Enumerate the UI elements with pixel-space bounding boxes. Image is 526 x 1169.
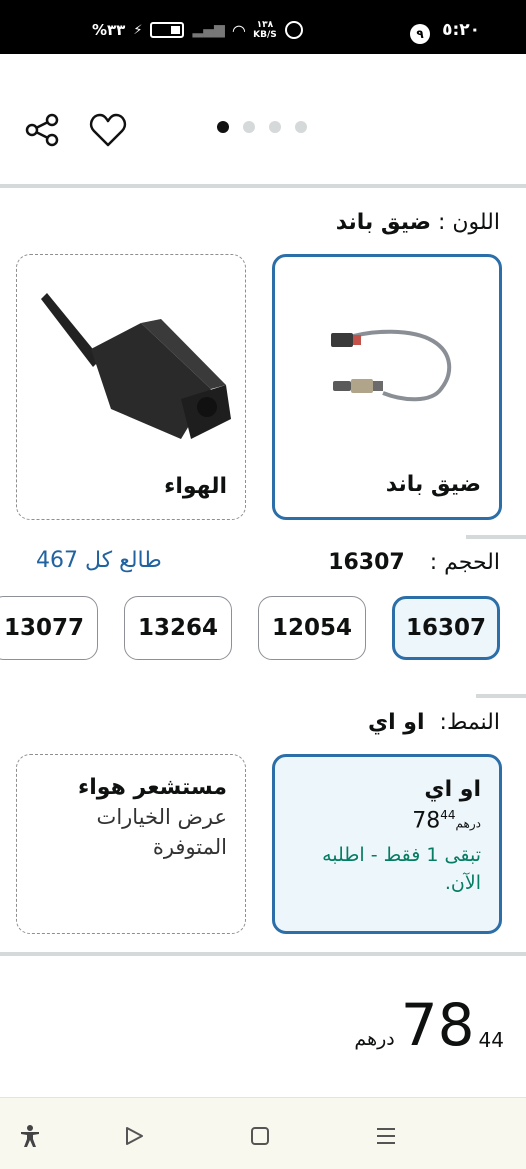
- oxygen-sensor-image: [331, 329, 452, 402]
- divider-short: [476, 694, 526, 698]
- style-option-title: مستشعر هواء: [78, 775, 227, 800]
- main-price-whole: 78: [400, 991, 475, 1059]
- clock: ٥:٢٠: [442, 20, 480, 40]
- size-label: الحجم :: [429, 550, 500, 575]
- main-price-currency: درهم: [354, 1028, 395, 1050]
- gallery-dot-4[interactable]: [295, 121, 307, 133]
- size-option-13077[interactable]: 13077: [0, 596, 98, 660]
- see-all-sizes-link[interactable]: طالع كل 467: [36, 548, 162, 573]
- speed-value: ١٣٨: [256, 20, 274, 30]
- wishlist-button[interactable]: [88, 110, 128, 150]
- price-whole: 78: [412, 808, 441, 834]
- wifi-icon: ◠: [232, 20, 246, 40]
- color-label-row: اللون : ضيق باند: [336, 210, 500, 235]
- speed-unit: KB/S: [253, 30, 277, 40]
- status-bar: %٣٣ ⚡ ▂▄▆ ◠ ١٣٨ KB/S ٩ ٥:٢٠: [0, 0, 526, 54]
- size-option-16307[interactable]: 16307: [392, 596, 500, 660]
- style-label: النمط:: [439, 710, 500, 735]
- share-button[interactable]: [22, 110, 62, 150]
- menu-icon: [377, 1128, 395, 1144]
- price-currency: درهم: [455, 816, 481, 831]
- network-speed: ١٣٨ KB/S: [253, 20, 277, 40]
- battery-icon: [150, 22, 185, 38]
- charging-icon: ⚡: [133, 22, 143, 38]
- share-icon: [25, 113, 59, 147]
- size-selected-value: 16307: [328, 550, 405, 575]
- square-icon: [251, 1127, 269, 1145]
- notification-badge: ٩: [410, 24, 430, 44]
- style-option-oi[interactable]: او اي درهم 7844 تبقى 1 فقط - اطلبه الآن.: [272, 754, 502, 934]
- style-option-subtitle: عرض الخيارات المتوفرة: [96, 805, 227, 859]
- alarm-icon: [284, 21, 303, 39]
- gallery-pagination: [217, 121, 307, 133]
- style-selected-value: او اي: [367, 710, 425, 735]
- play-icon: [126, 1127, 143, 1145]
- home-button[interactable]: [246, 1122, 274, 1150]
- style-label-row: النمط: او اي: [368, 710, 500, 735]
- gallery-dot-2[interactable]: [243, 121, 255, 133]
- style-option-price: درهم 7844: [293, 808, 481, 833]
- system-nav-bar: [0, 1097, 526, 1169]
- back-button[interactable]: [120, 1122, 148, 1150]
- style-option-air-sensor[interactable]: مستشعر هواء عرض الخيارات المتوفرة: [16, 754, 246, 934]
- style-option-title: او اي: [424, 777, 481, 802]
- air-sensor-image: [41, 293, 231, 439]
- price-fraction: 44: [440, 808, 456, 822]
- divider: [0, 184, 526, 188]
- accessibility-icon: [21, 1125, 39, 1147]
- color-selected-value: ضيق باند: [335, 210, 431, 235]
- divider: [0, 952, 526, 956]
- stock-message: تبقى 1 فقط - اطلبه الآن.: [322, 844, 481, 895]
- main-price-fraction: 44: [478, 1028, 504, 1052]
- divider-short: [466, 535, 526, 539]
- status-left: %٣٣ ⚡ ▂▄▆ ◠ ١٣٨ KB/S: [92, 20, 303, 40]
- color-option-label: ضيق باند: [385, 472, 481, 497]
- color-label: اللون :: [437, 210, 500, 235]
- heart-icon: [89, 113, 127, 147]
- size-option-12054[interactable]: 12054: [258, 596, 366, 660]
- color-option-label: الهواء: [164, 474, 227, 499]
- battery-percent: %٣٣: [92, 21, 126, 39]
- gallery-dot-1[interactable]: [217, 121, 229, 133]
- accessibility-button[interactable]: [16, 1122, 44, 1150]
- main-price: درهم 78 44: [354, 996, 504, 1054]
- signal-icon: ▂▄▆: [192, 22, 225, 38]
- recents-button[interactable]: [372, 1122, 400, 1150]
- gallery-dot-3[interactable]: [269, 121, 281, 133]
- color-option-air[interactable]: الهواء: [16, 254, 246, 520]
- color-option-narrowband[interactable]: ضيق باند: [272, 254, 502, 520]
- size-option-13264[interactable]: 13264: [124, 596, 232, 660]
- size-label-row: الحجم : 16307: [328, 550, 500, 575]
